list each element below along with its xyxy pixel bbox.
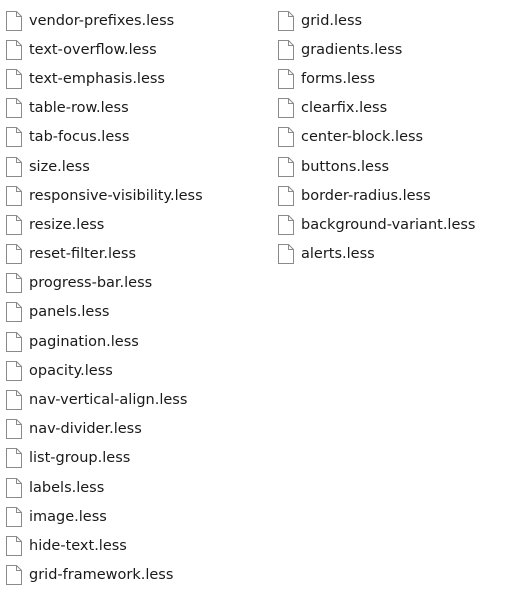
file-icon xyxy=(6,419,22,440)
file-name: tab-focus.less xyxy=(29,129,130,146)
file-item[interactable]: vendor-prefixes.less xyxy=(6,6,203,35)
file-icon xyxy=(6,185,22,206)
file-name: nav-divider.less xyxy=(29,421,142,438)
file-item[interactable]: pagination.less xyxy=(6,327,203,356)
file-name: image.less xyxy=(29,508,107,525)
file-name: labels.less xyxy=(29,479,105,496)
file-icon xyxy=(6,98,22,119)
file-item[interactable]: hide-text.less xyxy=(6,531,203,560)
file-item[interactable]: grid-framework.less xyxy=(6,561,203,590)
file-name: text-emphasis.less xyxy=(29,70,165,87)
file-name: text-overflow.less xyxy=(29,41,157,58)
file-item[interactable]: buttons.less xyxy=(278,152,476,181)
file-item[interactable]: progress-bar.less xyxy=(6,269,203,298)
file-name: progress-bar.less xyxy=(29,275,153,292)
file-name: gradients.less xyxy=(301,41,403,58)
file-icon xyxy=(6,273,22,294)
file-item[interactable]: labels.less xyxy=(6,473,203,502)
file-item[interactable]: table-row.less xyxy=(6,94,203,123)
file-name: clearfix.less xyxy=(301,100,388,117)
file-icon xyxy=(278,68,294,89)
file-icon xyxy=(278,214,294,235)
file-item[interactable]: tab-focus.less xyxy=(6,123,203,152)
file-name: grid-framework.less xyxy=(29,567,174,584)
file-item[interactable]: panels.less xyxy=(6,298,203,327)
file-item[interactable]: background-variant.less xyxy=(278,210,476,239)
file-item[interactable]: center-block.less xyxy=(278,123,476,152)
file-item[interactable]: border-radius.less xyxy=(278,181,476,210)
file-item[interactable]: clearfix.less xyxy=(278,94,476,123)
file-icon xyxy=(278,156,294,177)
file-name: list-group.less xyxy=(29,450,131,467)
file-list: vendor-prefixes.less text-overflow.less te… xyxy=(0,0,511,586)
file-name: grid.less xyxy=(301,12,363,29)
file-icon xyxy=(6,127,22,148)
file-item[interactable]: reset-filter.less xyxy=(6,240,203,269)
file-icon xyxy=(278,98,294,119)
file-name: panels.less xyxy=(29,304,110,321)
file-name: size.less xyxy=(29,158,90,175)
file-item[interactable]: image.less xyxy=(6,502,203,531)
file-icon xyxy=(278,127,294,148)
file-icon xyxy=(6,477,22,498)
file-icon xyxy=(6,506,22,527)
file-icon xyxy=(6,331,22,352)
file-icon xyxy=(6,360,22,381)
file-item[interactable]: responsive-visibility.less xyxy=(6,181,203,210)
file-name: forms.less xyxy=(301,70,376,87)
file-icon xyxy=(6,39,22,60)
file-item[interactable]: grid.less xyxy=(278,6,476,35)
file-name: border-radius.less xyxy=(301,187,431,204)
file-name: background-variant.less xyxy=(301,216,476,233)
file-icon xyxy=(278,244,294,265)
file-name: pagination.less xyxy=(29,333,139,350)
file-column-1: vendor-prefixes.less text-overflow.less te… xyxy=(6,6,203,590)
file-icon xyxy=(6,214,22,235)
file-icon xyxy=(278,39,294,60)
file-icon xyxy=(6,390,22,411)
file-item[interactable]: list-group.less xyxy=(6,444,203,473)
file-item[interactable]: forms.less xyxy=(278,64,476,93)
file-item[interactable]: opacity.less xyxy=(6,356,203,385)
file-item[interactable]: alerts.less xyxy=(278,240,476,269)
file-item[interactable]: nav-vertical-align.less xyxy=(6,385,203,414)
file-name: vendor-prefixes.less xyxy=(29,12,175,29)
file-item[interactable]: size.less xyxy=(6,152,203,181)
file-item[interactable]: text-overflow.less xyxy=(6,35,203,64)
file-icon xyxy=(6,302,22,323)
file-icon xyxy=(6,448,22,469)
file-icon xyxy=(6,10,22,31)
file-name: responsive-visibility.less xyxy=(29,187,203,204)
file-icon xyxy=(278,185,294,206)
file-icon xyxy=(6,68,22,89)
file-name: alerts.less xyxy=(301,246,375,263)
file-item[interactable]: nav-divider.less xyxy=(6,415,203,444)
file-name: nav-vertical-align.less xyxy=(29,392,188,409)
file-icon xyxy=(6,565,22,586)
file-column-2: grid.less gradients.less forms.less clearfi… xyxy=(278,6,476,269)
file-name: hide-text.less xyxy=(29,537,127,554)
file-name: resize.less xyxy=(29,216,105,233)
file-name: reset-filter.less xyxy=(29,246,137,263)
file-icon xyxy=(6,156,22,177)
file-icon xyxy=(6,244,22,265)
file-name: table-row.less xyxy=(29,100,129,117)
file-item[interactable]: gradients.less xyxy=(278,35,476,64)
file-item[interactable]: text-emphasis.less xyxy=(6,64,203,93)
file-item[interactable]: resize.less xyxy=(6,210,203,239)
file-name: buttons.less xyxy=(301,158,390,175)
file-icon xyxy=(6,535,22,556)
file-name: opacity.less xyxy=(29,362,113,379)
file-name: center-block.less xyxy=(301,129,424,146)
file-icon xyxy=(278,10,294,31)
